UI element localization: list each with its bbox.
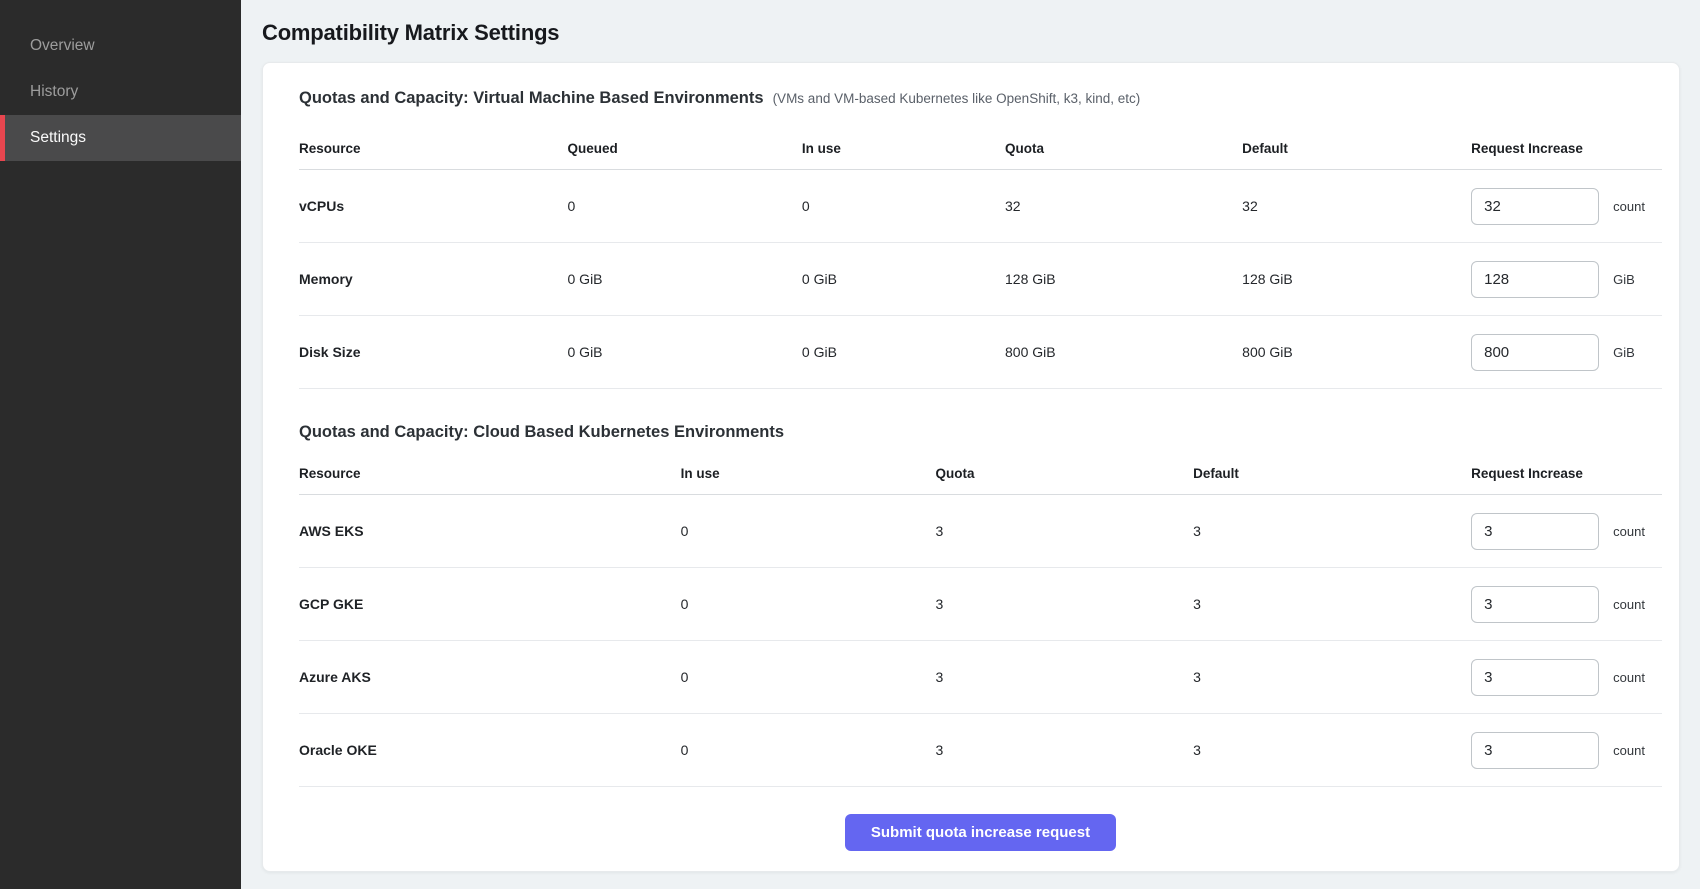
quota-value: 3 <box>936 669 1194 685</box>
in-use-value: 0 GiB <box>802 344 1005 360</box>
unit-label: GiB <box>1613 272 1635 287</box>
sidebar: Overview History Settings <box>0 0 241 889</box>
resource-name: Memory <box>299 271 568 287</box>
unit-label: count <box>1613 199 1645 214</box>
cloud-section-header: Quotas and Capacity: Cloud Based Kuberne… <box>299 419 1662 445</box>
column-header-resource: Resource <box>299 141 568 156</box>
table-row-aws-eks: AWS EKS 0 3 3 count <box>299 495 1662 568</box>
vm-section-header: Quotas and Capacity: Virtual Machine Bas… <box>299 85 1662 112</box>
quota-value: 128 GiB <box>1005 271 1242 287</box>
quota-value: 3 <box>936 596 1194 612</box>
cloud-section-title: Quotas and Capacity: Cloud Based Kuberne… <box>299 419 784 445</box>
quota-value: 32 <box>1005 198 1242 214</box>
sidebar-item-settings[interactable]: Settings <box>0 115 241 161</box>
request-increase-input-vcpus[interactable] <box>1471 188 1599 225</box>
settings-card: Quotas and Capacity: Virtual Machine Bas… <box>262 62 1680 872</box>
resource-name: AWS EKS <box>299 523 681 539</box>
default-value: 3 <box>1193 669 1471 685</box>
default-value: 32 <box>1242 198 1471 214</box>
request-increase-cell: count <box>1471 732 1662 769</box>
vm-quota-table: Resource Queued In use Quota Default Req… <box>299 128 1662 389</box>
page-title: Compatibility Matrix Settings <box>262 20 1680 46</box>
queued-value: 0 GiB <box>568 271 802 287</box>
vm-section-note: (VMs and VM-based Kubernetes like OpenSh… <box>773 86 1141 112</box>
in-use-value: 0 <box>681 596 936 612</box>
request-increase-cell: count <box>1471 513 1662 550</box>
default-value: 3 <box>1193 596 1471 612</box>
quota-value: 3 <box>936 523 1194 539</box>
quota-value: 800 GiB <box>1005 344 1242 360</box>
vm-table-header-row: Resource Queued In use Quota Default Req… <box>299 128 1662 170</box>
column-header-in-use: In use <box>802 141 1005 156</box>
resource-name: vCPUs <box>299 198 568 214</box>
in-use-value: 0 <box>681 523 936 539</box>
default-value: 3 <box>1193 742 1471 758</box>
cloud-quota-table: Resource In use Quota Default Request In… <box>299 453 1662 787</box>
sidebar-item-label: History <box>30 83 78 101</box>
default-value: 800 GiB <box>1242 344 1471 360</box>
request-increase-cell: count <box>1471 188 1662 225</box>
table-row-azure-aks: Azure AKS 0 3 3 count <box>299 641 1662 714</box>
column-header-request-increase: Request Increase <box>1471 466 1662 481</box>
in-use-value: 0 <box>681 742 936 758</box>
request-increase-input-azure-aks[interactable] <box>1471 659 1599 696</box>
table-row-disk-size: Disk Size 0 GiB 0 GiB 800 GiB 800 GiB Gi… <box>299 316 1662 389</box>
request-increase-cell: count <box>1471 659 1662 696</box>
request-increase-cell: GiB <box>1471 334 1662 371</box>
sidebar-item-label: Settings <box>30 129 86 147</box>
queued-value: 0 GiB <box>568 344 802 360</box>
table-row-vcpus: vCPUs 0 0 32 32 count <box>299 170 1662 243</box>
resource-name: GCP GKE <box>299 596 681 612</box>
queued-value: 0 <box>568 198 802 214</box>
table-row-oracle-oke: Oracle OKE 0 3 3 count <box>299 714 1662 787</box>
resource-name: Oracle OKE <box>299 742 681 758</box>
sidebar-item-overview[interactable]: Overview <box>0 23 241 69</box>
unit-label: count <box>1613 670 1645 685</box>
resource-name: Azure AKS <box>299 669 681 685</box>
default-value: 128 GiB <box>1242 271 1471 287</box>
column-header-default: Default <box>1242 141 1471 156</box>
column-header-default: Default <box>1193 466 1471 481</box>
app-root: Overview History Settings Compatibility … <box>0 0 1700 889</box>
column-header-quota: Quota <box>1005 141 1242 156</box>
table-row-memory: Memory 0 GiB 0 GiB 128 GiB 128 GiB GiB <box>299 243 1662 316</box>
column-header-queued: Queued <box>568 141 802 156</box>
column-header-quota: Quota <box>936 466 1194 481</box>
default-value: 3 <box>1193 523 1471 539</box>
request-increase-cell: count <box>1471 586 1662 623</box>
main-content: Compatibility Matrix Settings Quotas and… <box>241 0 1700 889</box>
quota-value: 3 <box>936 742 1194 758</box>
in-use-value: 0 GiB <box>802 271 1005 287</box>
column-header-resource: Resource <box>299 466 681 481</box>
sidebar-item-label: Overview <box>30 37 95 55</box>
in-use-value: 0 <box>681 669 936 685</box>
table-row-gcp-gke: GCP GKE 0 3 3 count <box>299 568 1662 641</box>
request-increase-input-disk-size[interactable] <box>1471 334 1599 371</box>
unit-label: GiB <box>1613 345 1635 360</box>
vm-section-title: Quotas and Capacity: Virtual Machine Bas… <box>299 85 764 111</box>
request-increase-cell: GiB <box>1471 261 1662 298</box>
submit-button-row: Submit quota increase request <box>299 814 1662 851</box>
request-increase-input-aws-eks[interactable] <box>1471 513 1599 550</box>
resource-name: Disk Size <box>299 344 568 360</box>
sidebar-item-history[interactable]: History <box>0 69 241 115</box>
request-increase-input-gcp-gke[interactable] <box>1471 586 1599 623</box>
unit-label: count <box>1613 524 1645 539</box>
cloud-table-header-row: Resource In use Quota Default Request In… <box>299 453 1662 495</box>
request-increase-input-oracle-oke[interactable] <box>1471 732 1599 769</box>
unit-label: count <box>1613 743 1645 758</box>
unit-label: count <box>1613 597 1645 612</box>
column-header-request-increase: Request Increase <box>1471 141 1662 156</box>
column-header-in-use: In use <box>681 466 936 481</box>
in-use-value: 0 <box>802 198 1005 214</box>
submit-quota-increase-button[interactable]: Submit quota increase request <box>845 814 1116 851</box>
request-increase-input-memory[interactable] <box>1471 261 1599 298</box>
